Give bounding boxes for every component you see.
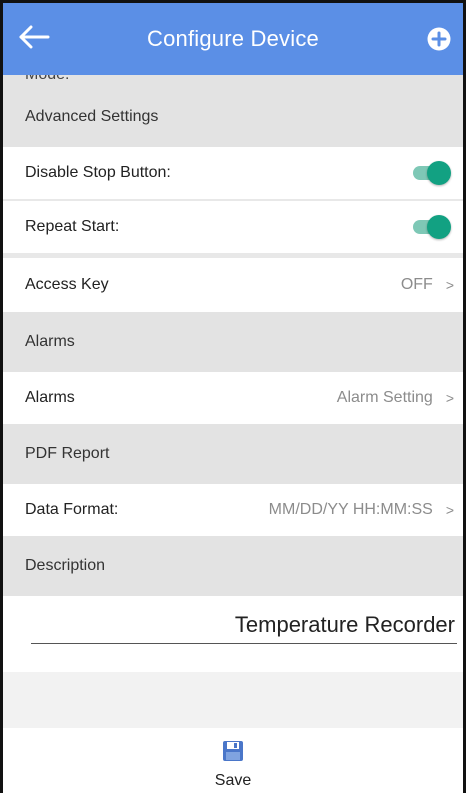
toggle-knob [427,215,451,239]
bottom-action-bar: Save [3,732,463,793]
empty-spacer [3,672,463,728]
mode-row-cutoff: Mode: [3,75,463,87]
chevron-right-icon: > [445,502,454,518]
section-title: Description [25,557,106,574]
alarms-row[interactable]: Alarms Alarm Setting > [3,372,463,424]
arrow-left-icon [18,25,50,54]
description-input[interactable] [31,610,457,644]
back-button[interactable] [17,23,51,55]
disable-stop-toggle[interactable] [411,161,451,185]
access-key-value-group: OFF > [401,276,454,294]
alarms-value: Alarm Setting [336,389,433,406]
data-format-value-group: MM/DD/YY HH:MM:SS > [269,501,454,519]
section-header-alarms: Alarms [3,312,463,372]
section-header-pdf-report: PDF Report [3,424,463,484]
plus-circle-icon [427,27,451,56]
disable-stop-row[interactable]: Disable Stop Button: [3,147,463,199]
app-bar: Configure Device [3,3,463,75]
section-title: Alarms [25,333,75,350]
repeat-start-row[interactable]: Repeat Start: [3,201,463,253]
mode-label: Mode: [25,75,69,84]
section-header-description: Description [3,536,463,596]
alarms-label: Alarms [25,389,75,406]
repeat-start-toggle[interactable] [411,215,451,239]
page-title: Configure Device [147,26,319,51]
add-button[interactable] [427,27,451,56]
save-button[interactable]: Save [215,739,251,790]
data-format-row[interactable]: Data Format: MM/DD/YY HH:MM:SS > [3,484,463,536]
section-title: PDF Report [25,445,110,462]
access-key-row[interactable]: Access Key OFF > [3,258,463,312]
section-title: Advanced Settings [25,108,159,125]
settings-list[interactable]: Mode: Advanced Settings Disable Stop But… [3,75,463,728]
access-key-value: OFF [400,276,433,293]
repeat-start-label: Repeat Start: [25,218,120,235]
toggle-knob [427,161,451,185]
device-config-screen: Configure Device Mode: Advanced Settings… [0,0,466,793]
section-header-advanced: Advanced Settings [3,87,463,147]
access-key-label: Access Key [25,276,109,293]
description-area [3,596,463,672]
chevron-right-icon: > [445,277,454,293]
data-format-label: Data Format: [25,501,119,518]
save-label: Save [214,771,252,789]
data-format-value: MM/DD/YY HH:MM:SS [268,501,433,518]
chevron-right-icon: > [445,390,454,406]
disable-stop-label: Disable Stop Button: [25,164,171,181]
alarms-value-group: Alarm Setting > [337,389,454,407]
floppy-disk-icon [221,739,245,768]
